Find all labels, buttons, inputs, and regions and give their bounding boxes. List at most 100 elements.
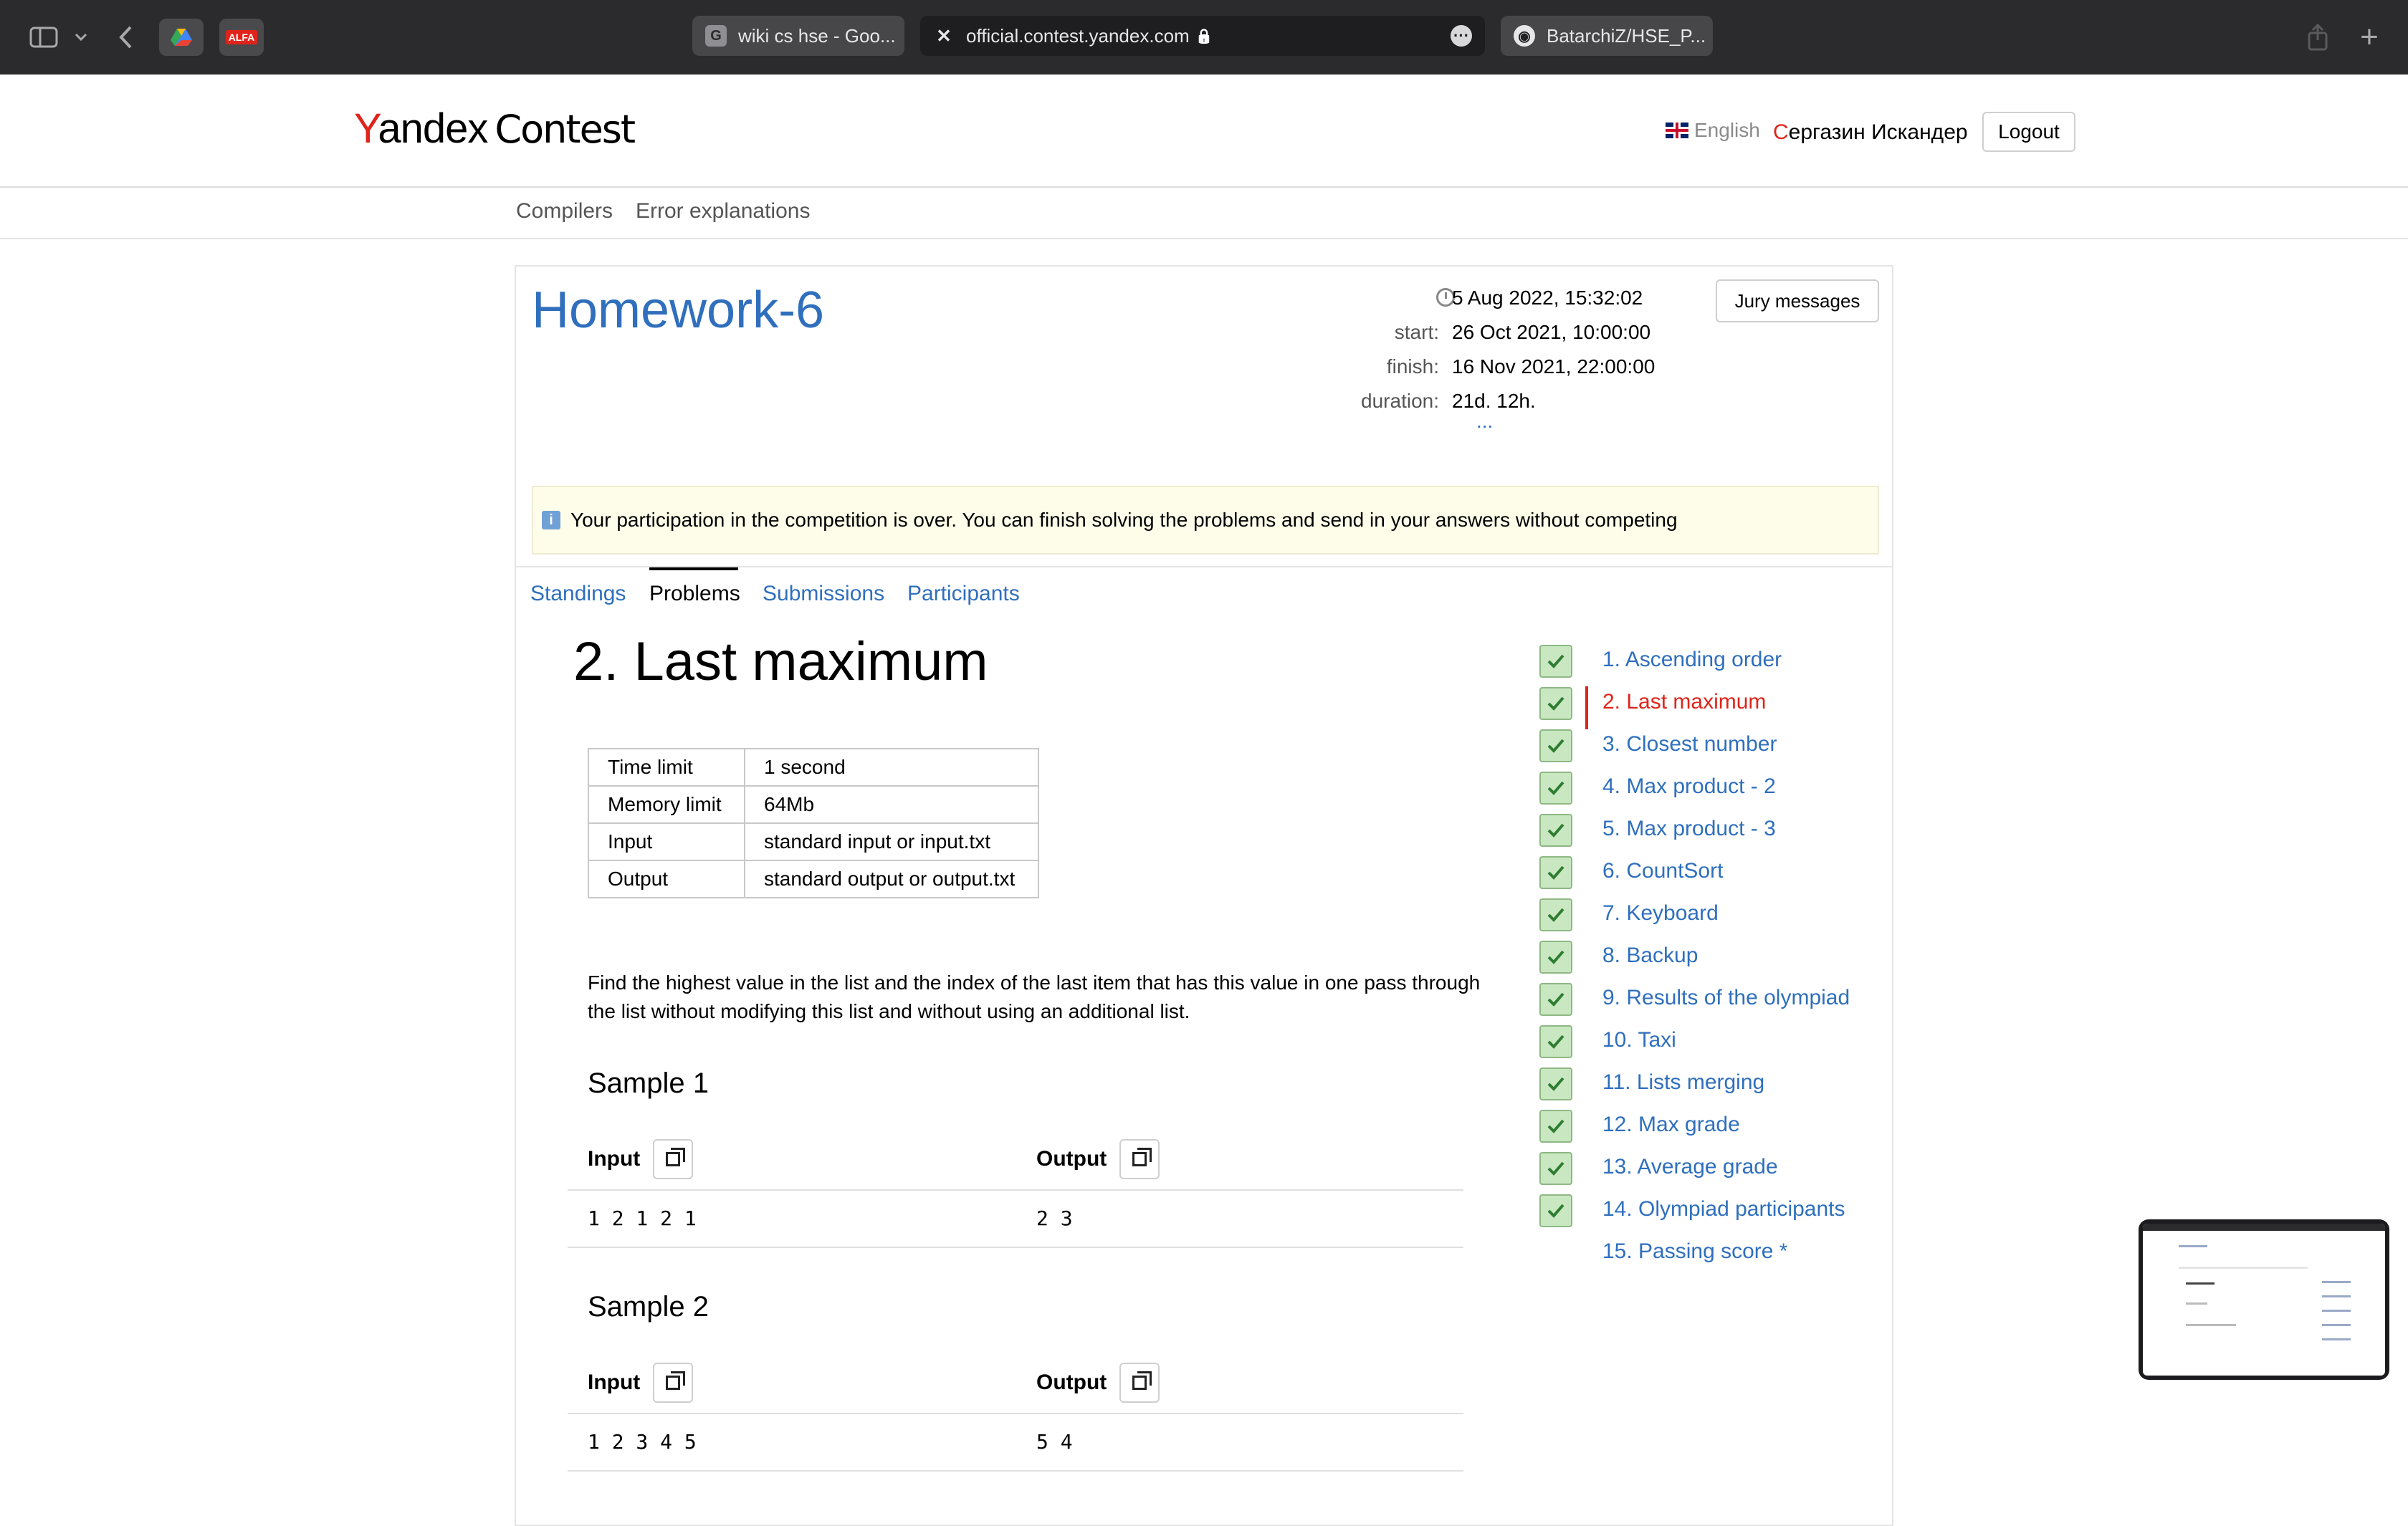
finish-row: finish: 16 Nov 2021, 22:00:00 bbox=[1257, 355, 1656, 378]
problem-list-item[interactable]: 6. CountSort bbox=[1602, 859, 1723, 883]
thumbnail-line bbox=[2179, 1245, 2207, 1247]
tab-submissions[interactable]: Submissions bbox=[763, 582, 884, 606]
tab-standings[interactable]: Standings bbox=[530, 582, 626, 606]
contest-title[interactable]: Homework-6 bbox=[532, 281, 824, 340]
copy-input-button[interactable] bbox=[653, 1139, 694, 1179]
alfa-label: ALFA bbox=[225, 30, 258, 44]
copy-icon bbox=[666, 1148, 686, 1166]
sample-input: 1 2 1 2 1 bbox=[588, 1206, 697, 1230]
problem-list-item[interactable]: 15. Passing score * bbox=[1602, 1239, 1787, 1264]
uk-flag-icon bbox=[1666, 123, 1688, 138]
problem-list-item[interactable]: 10. Taxi bbox=[1602, 1028, 1676, 1052]
site-header: Yandex Contest English Сергазин Искандер … bbox=[0, 75, 2408, 188]
sample-title: Sample 1 bbox=[588, 1067, 709, 1099]
limit-value: standard input or input.txt bbox=[744, 822, 1039, 861]
problem-list-item[interactable]: 2. Last maximum bbox=[1602, 690, 1766, 714]
sample-title: Sample 2 bbox=[588, 1291, 709, 1323]
sample-output-header: Output bbox=[1036, 1363, 1160, 1403]
problem-list-item[interactable]: 3. Closest number bbox=[1602, 732, 1777, 757]
more-info-link[interactable]: ... bbox=[1476, 410, 1493, 433]
screenshot-thumbnail[interactable] bbox=[2139, 1219, 2389, 1380]
solved-check-icon bbox=[1539, 645, 1572, 678]
github-favicon-icon: ◉ bbox=[1514, 25, 1535, 47]
back-arrow-icon[interactable] bbox=[113, 21, 138, 53]
tab-problems[interactable]: Problems bbox=[649, 582, 740, 606]
current-time: 5 Aug 2022, 15:32:02 bbox=[1452, 287, 1643, 309]
sample-divider bbox=[568, 1247, 1463, 1248]
language-switch[interactable]: English bbox=[1666, 119, 1760, 142]
sample-output: 5 4 bbox=[1036, 1430, 1073, 1454]
compilers-link[interactable]: Compilers bbox=[516, 199, 613, 224]
problem-list-item[interactable]: 1. Ascending order bbox=[1602, 648, 1782, 672]
close-tab-icon[interactable]: ✕ bbox=[933, 25, 955, 47]
share-icon[interactable] bbox=[2302, 21, 2333, 53]
problem-list-item[interactable]: 14. Olympiad participants bbox=[1602, 1197, 1845, 1222]
sidebar-toggle-icon[interactable] bbox=[27, 21, 60, 53]
tab-participants[interactable]: Participants bbox=[907, 582, 1020, 606]
start-label: start: bbox=[1394, 321, 1439, 343]
solved-check-icon bbox=[1539, 729, 1572, 762]
google-favicon-icon: G bbox=[705, 25, 727, 47]
table-row: Output standard output or output.txt bbox=[588, 860, 1039, 898]
browser-tab-active[interactable]: ✕ official.contest.yandex.com 🔒 ··· bbox=[920, 16, 1485, 56]
sub-navigation: Compilers Error explanations bbox=[0, 188, 2408, 239]
address-url[interactable]: official.contest.yandex.com bbox=[966, 25, 1190, 47]
lock-icon: 🔒 bbox=[1195, 28, 1213, 44]
copy-input-button[interactable] bbox=[653, 1363, 694, 1403]
duration-value: 21d. 12h. bbox=[1452, 390, 1536, 412]
chevron-down-icon[interactable] bbox=[70, 21, 92, 53]
error-explanations-link[interactable]: Error explanations bbox=[636, 199, 810, 224]
thumbnail-preview bbox=[2143, 1224, 2385, 1376]
input-label: Input bbox=[588, 1147, 641, 1171]
limit-value: 64Mb bbox=[744, 785, 1039, 824]
browser-tab-wiki[interactable]: G wiki cs hse - Goo... bbox=[692, 16, 904, 56]
alfa-extension-icon[interactable]: ALFA bbox=[219, 19, 264, 56]
active-tab-indicator bbox=[649, 567, 738, 570]
jury-messages-button[interactable]: Jury messages bbox=[1716, 279, 1879, 322]
output-label: Output bbox=[1036, 1371, 1107, 1394]
thumbnail-line bbox=[2322, 1338, 2351, 1340]
new-tab-plus-icon[interactable]: + bbox=[2354, 19, 2385, 54]
thumbnail-line bbox=[2322, 1310, 2351, 1312]
limits-table: Time limit 1 second Memory limit 64Mb Inpu… bbox=[588, 748, 1039, 898]
drive-icon[interactable] bbox=[159, 19, 204, 56]
problem-list-item[interactable]: 5. Max product - 3 bbox=[1602, 817, 1776, 841]
problem-list-item[interactable]: 11. Lists merging bbox=[1602, 1070, 1764, 1095]
browser-tab-github[interactable]: ◉ BatarchiZ/HSE_P... bbox=[1501, 16, 1713, 56]
logout-button[interactable]: Logout bbox=[1982, 112, 2075, 152]
problem-list-item[interactable]: 9. Results of the olympiad bbox=[1602, 986, 1850, 1010]
user-name-rest: ергазин Искандер bbox=[1788, 120, 1968, 144]
problem-list-item[interactable]: 4. Max product - 2 bbox=[1602, 774, 1776, 799]
browser-toolbar: ALFA G wiki cs hse - Goo... ✕ official.c… bbox=[0, 0, 2408, 75]
solved-check-icon bbox=[1539, 1194, 1572, 1227]
limit-value: 1 second bbox=[744, 748, 1039, 787]
limit-label: Memory limit bbox=[588, 785, 745, 824]
info-icon: i bbox=[542, 511, 560, 529]
problem-list-item[interactable]: 12. Max grade bbox=[1602, 1113, 1740, 1137]
solved-check-icon bbox=[1539, 941, 1572, 974]
input-label: Input bbox=[588, 1371, 641, 1394]
copy-output-button[interactable] bbox=[1119, 1363, 1160, 1403]
user-name[interactable]: Сергазин Искандер bbox=[1773, 120, 1968, 145]
copy-icon bbox=[1132, 1371, 1152, 1390]
output-label: Output bbox=[1036, 1147, 1107, 1171]
yandex-contest-logo[interactable]: Yandex Contest bbox=[354, 105, 636, 153]
problem-list-item[interactable]: 7. Keyboard bbox=[1602, 901, 1719, 926]
current-time-row: 5 Aug 2022, 15:32:02 bbox=[1257, 287, 1643, 309]
problem-list-item[interactable]: 13. Average grade bbox=[1602, 1155, 1778, 1179]
more-options-icon[interactable]: ··· bbox=[1451, 25, 1472, 47]
solved-check-icon bbox=[1539, 1110, 1572, 1143]
tab-title: wiki cs hse - Goo... bbox=[738, 24, 896, 47]
thumbnail-line bbox=[2322, 1324, 2351, 1326]
start-time: 26 Oct 2021, 10:00:00 bbox=[1452, 321, 1651, 343]
language-label: English bbox=[1694, 119, 1760, 141]
notice-text: Your participation in the competition is… bbox=[570, 509, 1678, 531]
problem-list-item[interactable]: 8. Backup bbox=[1602, 944, 1698, 968]
table-row: Input standard input or input.txt bbox=[588, 822, 1039, 861]
copy-output-button[interactable] bbox=[1119, 1139, 1160, 1179]
sample-output-header: Output bbox=[1036, 1139, 1160, 1179]
copy-icon bbox=[666, 1371, 686, 1390]
sample-divider bbox=[568, 1413, 1463, 1414]
thumbnail-line bbox=[2186, 1282, 2214, 1285]
sample-divider bbox=[568, 1189, 1463, 1191]
